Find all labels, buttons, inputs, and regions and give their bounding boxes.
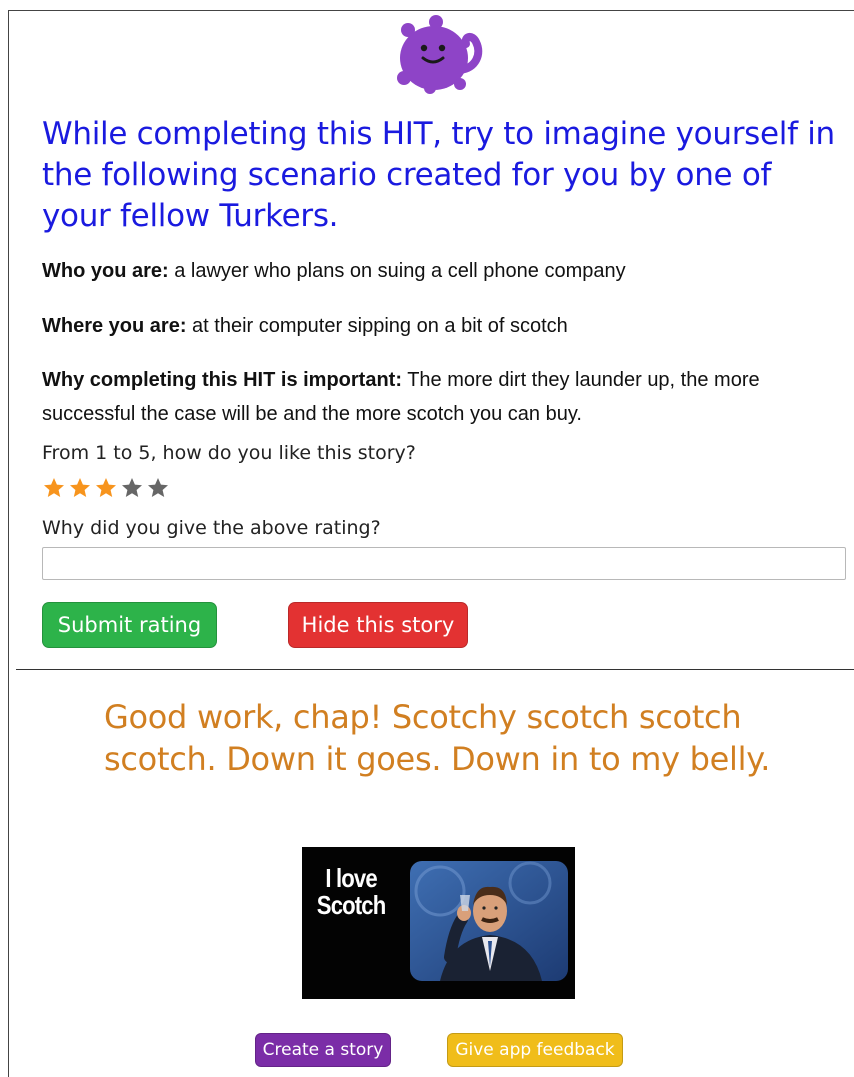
star-icon[interactable] (120, 476, 144, 500)
star-rating (42, 476, 170, 500)
star-shape (96, 478, 116, 497)
rating-reason-input[interactable] (42, 547, 846, 580)
create-story-button[interactable]: Create a story (255, 1033, 391, 1067)
gif-caption: I love Scotch (312, 865, 390, 919)
where-value: at their computer sipping on a bit of sc… (186, 315, 568, 337)
submit-rating-button[interactable]: Submit rating (42, 602, 217, 648)
who-you-are: Who you are: a lawyer who plans on suing… (42, 254, 842, 288)
app-feedback-button[interactable]: Give app feedback (447, 1033, 623, 1067)
section-divider (16, 669, 854, 670)
where-you-are: Where you are: at their computer sipping… (42, 309, 842, 343)
scenario-headline: While completing this HIT, try to imagin… (42, 116, 835, 234)
star-shape (70, 478, 90, 497)
star-icon[interactable] (68, 476, 92, 500)
hide-story-button[interactable]: Hide this story (288, 602, 468, 648)
star-shape (148, 478, 168, 497)
reward-gif: I love Scotch (302, 847, 575, 999)
star-icon[interactable] (42, 476, 66, 500)
who-label: Who you are: (42, 260, 169, 282)
gif-caption-line1: I love (325, 863, 377, 893)
reason-question: Why did you give the above rating? (42, 517, 381, 539)
star-shape (122, 478, 142, 497)
gif-caption-line2: Scotch (316, 890, 386, 920)
mascot-icon (397, 15, 483, 94)
rating-question: From 1 to 5, how do you like this story? (42, 442, 416, 464)
news-anchor-image (410, 861, 568, 981)
who-value: a lawyer who plans on suing a cell phone… (168, 260, 626, 282)
where-label: Where you are: (42, 315, 187, 337)
why-label: Why completing this HIT is important: (42, 369, 402, 391)
star-icon[interactable] (146, 476, 170, 500)
reward-message: Good work, chap! Scotchy scotch scotch s… (104, 698, 771, 778)
star-shape (44, 478, 64, 497)
star-icon[interactable] (94, 476, 118, 500)
why-important: Why completing this HIT is important: Th… (42, 363, 842, 431)
